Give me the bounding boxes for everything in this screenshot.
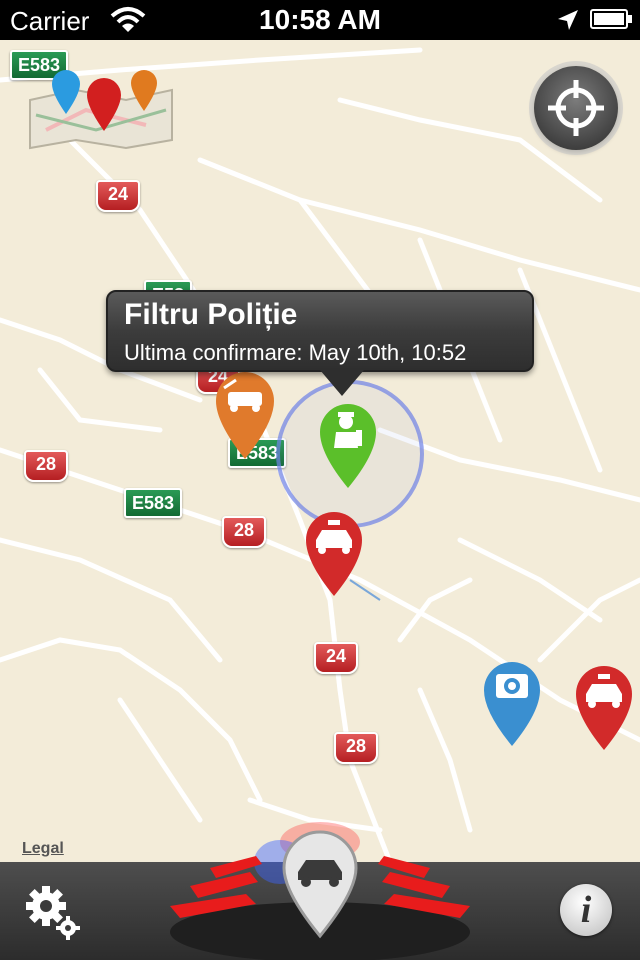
callout-title: Filtru Poliție	[124, 298, 298, 331]
legal-link[interactable]: Legal	[22, 840, 64, 858]
police-car-pin-icon[interactable]	[304, 510, 364, 598]
clock: 10:58 AM	[259, 4, 381, 35]
crosshair-icon	[548, 80, 604, 136]
road-sign-28: 28	[222, 516, 266, 548]
callout-tail	[320, 370, 364, 396]
police-filter-pin-icon[interactable]	[318, 402, 378, 490]
tow-truck-pin-icon[interactable]	[214, 370, 276, 460]
info-icon: i	[580, 889, 592, 931]
map-view[interactable]: E583 24 E58 24 28 E583 E583 28 24 28	[0, 40, 640, 862]
battery-tip	[628, 15, 632, 23]
status-bar: Carrier 10:58 AM	[0, 0, 640, 40]
road-sign-28: 28	[334, 732, 378, 764]
location-arrow-icon	[558, 10, 578, 30]
battery-icon	[590, 9, 628, 29]
info-button[interactable]: i	[560, 884, 612, 936]
callout-subtitle: Ultima confirmare: May 10th, 10:52	[124, 340, 467, 365]
poi-callout[interactable]: Filtru Poliție Ultima confirmare: May 10…	[106, 290, 534, 372]
gears-icon[interactable]	[24, 882, 84, 942]
map-legend-icon[interactable]	[26, 70, 176, 150]
road-sign-28: 28	[24, 450, 68, 482]
report-alert-button[interactable]	[150, 822, 490, 960]
speed-camera-pin-icon[interactable]	[482, 660, 542, 748]
road-sign-e583: E583	[124, 488, 183, 518]
road-sign-24: 24	[96, 180, 140, 212]
locate-me-button[interactable]	[534, 66, 618, 150]
police-car-pin-icon[interactable]	[574, 664, 634, 752]
road-sign-24: 24	[314, 642, 358, 674]
